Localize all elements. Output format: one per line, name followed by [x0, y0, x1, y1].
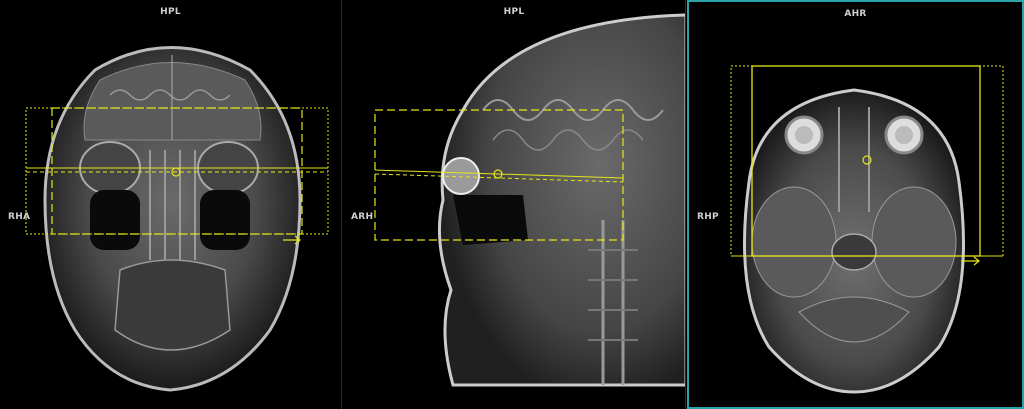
viewport-coronal[interactable]: HPL RHA [0, 0, 342, 409]
coronal-top-orientation-label: HPL [160, 7, 181, 17]
coronal-left-orientation-label: RHA [8, 212, 31, 222]
sagittal-mri-image [374, 13, 685, 387]
coronal-mri-image [25, 46, 329, 392]
viewport-sagittal[interactable]: HPL ARH [343, 0, 686, 409]
sagittal-left-orientation-label: ARH [351, 212, 374, 222]
viewport-axial[interactable]: AHR RHP [687, 0, 1024, 409]
axial-top-orientation-label: AHR [844, 9, 867, 19]
axial-mri-image [730, 65, 1004, 394]
sagittal-top-orientation-label: HPL [503, 7, 525, 17]
axial-left-orientation-label: RHP [697, 212, 719, 222]
